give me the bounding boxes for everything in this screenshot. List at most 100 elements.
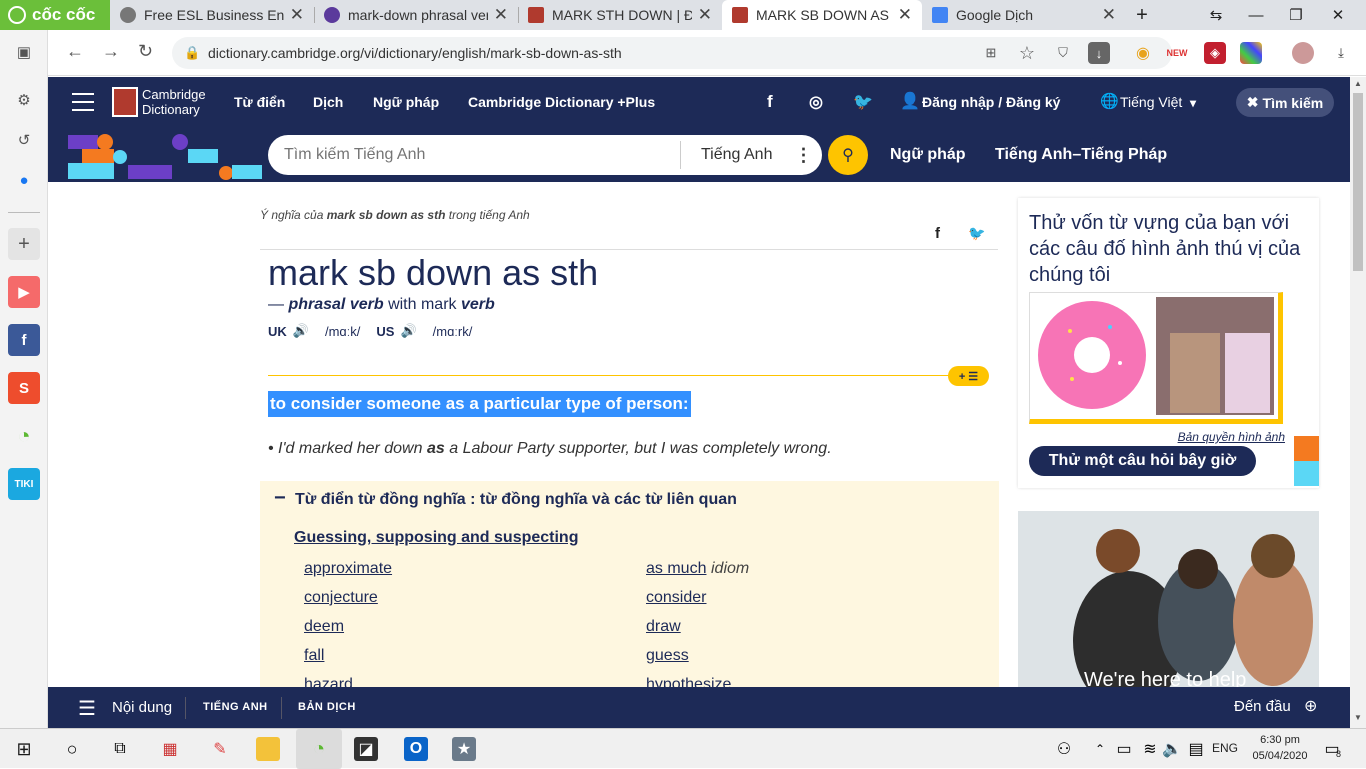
scroll-down-icon[interactable]: ▼ xyxy=(1354,713,1362,722)
extension-new-icon[interactable]: NEW xyxy=(1166,42,1188,64)
coccoc-taskbar-icon[interactable]: ◔ xyxy=(296,729,342,769)
speaker-us-icon[interactable]: 🔊 xyxy=(400,323,416,339)
quiz-image[interactable] xyxy=(1029,292,1283,424)
share-facebook-icon[interactable]: f xyxy=(935,225,940,242)
language-select[interactable]: Tiếng Việt xyxy=(1120,94,1182,110)
minimize-button[interactable]: — xyxy=(1236,0,1276,30)
tab-1[interactable]: mark-down phrasal verb ✕ xyxy=(314,0,518,30)
facebook-icon[interactable]: f xyxy=(8,324,40,356)
cambridge-shield-icon[interactable] xyxy=(112,87,138,117)
synonym-link[interactable]: deem xyxy=(304,618,344,636)
back-to-top-link[interactable]: Đến đầu xyxy=(1234,698,1291,715)
battery-icon[interactable]: ▭ xyxy=(1112,737,1136,761)
scrollbar-thumb[interactable] xyxy=(1353,93,1363,271)
app-icon[interactable]: ★ xyxy=(452,737,476,761)
nav-grammar[interactable]: Ngữ pháp xyxy=(373,94,439,110)
grammar-link[interactable]: Ngữ pháp xyxy=(890,146,966,164)
tab-2[interactable]: MARK STH DOWN | Định ✕ xyxy=(518,0,722,30)
nav-dictionary[interactable]: Từ điển xyxy=(234,94,285,110)
page-scrollbar[interactable]: ▲ ▼ xyxy=(1350,77,1366,728)
close-icon[interactable]: ✕ xyxy=(698,5,712,25)
browser-brand-button[interactable]: cốc cốc xyxy=(0,0,110,30)
window-close-button[interactable]: ✕ xyxy=(1318,0,1358,30)
sticky-notes-icon[interactable]: ◪ xyxy=(354,737,378,761)
close-icon[interactable]: ✕ xyxy=(494,5,508,25)
menu-icon[interactable]: ☰ xyxy=(78,696,96,721)
messenger-icon[interactable]: ● xyxy=(8,164,40,196)
quiz-start-button[interactable]: Thử một câu hỏi bây giờ xyxy=(1029,446,1256,476)
paint-icon[interactable]: ✎ xyxy=(208,737,232,761)
extension-red-icon[interactable]: ◈ xyxy=(1204,42,1226,64)
windows-start-icon[interactable]: ⊞ xyxy=(12,737,36,761)
login-link[interactable]: Đăng nhập / Đăng ký xyxy=(922,94,1060,110)
facebook-icon[interactable]: f xyxy=(767,92,773,112)
search-circle-icon[interactable]: ○ xyxy=(60,737,84,761)
scroll-up-icon[interactable]: ▲ xyxy=(1354,79,1362,88)
thesaurus-heading[interactable]: Từ điển từ đồng nghĩa : từ đồng nghĩa và… xyxy=(295,491,737,509)
close-icon[interactable]: ✕ xyxy=(290,5,304,25)
menu-icon[interactable] xyxy=(72,93,94,111)
speaker-uk-icon[interactable]: 🔊 xyxy=(293,323,309,339)
download-arrow-icon[interactable]: ⤓ xyxy=(1330,42,1352,64)
synonym-link[interactable]: guess xyxy=(646,647,689,665)
synonym-link[interactable]: conjecture xyxy=(304,589,378,607)
en-fr-link[interactable]: Tiếng Anh–Tiếng Pháp xyxy=(995,146,1167,164)
synonym-group-link[interactable]: Guessing, supposing and suspecting xyxy=(294,529,578,547)
nav-plus[interactable]: Cambridge Dictionary +Plus xyxy=(468,94,655,110)
add-icon[interactable]: + xyxy=(8,228,40,260)
download-icon[interactable]: ↓ xyxy=(1088,42,1110,64)
settings-icon[interactable]: ⚙ xyxy=(8,84,40,116)
chevron-up-icon[interactable]: ⌃ xyxy=(1088,737,1112,761)
coccoc-app-icon[interactable]: ◔ xyxy=(8,420,40,452)
arrow-up-circle-icon[interactable]: ⊕ xyxy=(1304,696,1317,716)
synonym-link[interactable]: fall xyxy=(304,647,324,665)
extension-color-icon[interactable] xyxy=(1240,42,1262,64)
sidebar-toggle-icon[interactable]: ▣ xyxy=(8,36,40,68)
tab-list-icon[interactable]: ⇆ xyxy=(1196,0,1236,30)
tab-4[interactable]: Google Dịch ✕ xyxy=(922,0,1126,30)
task-view-icon[interactable]: ⧉ xyxy=(108,737,132,761)
wifi-icon[interactable]: ≋ xyxy=(1138,737,1162,761)
translate-icon[interactable]: ⊞ xyxy=(980,42,1002,64)
reload-icon[interactable]: ↻ xyxy=(138,41,153,62)
english-tab[interactable]: TIẾNG ANH xyxy=(203,701,268,713)
file-explorer-icon[interactable] xyxy=(256,737,280,761)
synonym-link[interactable]: hypothesize xyxy=(646,676,731,687)
maximize-button[interactable]: ❐ xyxy=(1276,0,1316,30)
extension-chrome-icon[interactable]: ◉ xyxy=(1132,42,1154,64)
youtube-icon[interactable]: ▶ xyxy=(8,276,40,308)
star-icon[interactable]: ☆ xyxy=(1016,42,1038,64)
shopee-icon[interactable]: S xyxy=(8,372,40,404)
new-tab-button[interactable]: + xyxy=(1122,0,1162,30)
contents-link[interactable]: Nội dung xyxy=(112,699,172,716)
collapse-icon[interactable]: − xyxy=(274,487,286,510)
close-icon[interactable]: ✕ xyxy=(898,5,912,25)
share-twitter-icon[interactable]: 🐦 xyxy=(968,225,985,242)
nav-translate[interactable]: Dịch xyxy=(313,94,343,110)
twitter-icon[interactable]: 🐦 xyxy=(853,92,873,112)
instagram-icon[interactable]: ◎ xyxy=(809,92,823,112)
copyright-link[interactable]: Bản quyền hình ảnh xyxy=(1178,430,1285,444)
volume-icon[interactable]: 🔈 xyxy=(1160,737,1184,761)
avatar[interactable] xyxy=(1292,42,1314,64)
more-vertical-icon[interactable]: ⋮ xyxy=(794,145,812,166)
tab-0[interactable]: Free ESL Business Englis ✕ xyxy=(110,0,314,30)
clock[interactable]: 6:30 pm 05/04/2020 xyxy=(1250,732,1310,764)
search-submit-button[interactable]: ⚲ xyxy=(828,135,868,175)
tiki-icon[interactable]: TIKI xyxy=(8,468,40,500)
close-icon[interactable]: ✕ xyxy=(1102,5,1116,25)
synonym-link[interactable]: draw xyxy=(646,618,681,636)
synonym-link[interactable]: consider xyxy=(646,589,706,607)
search-language-select[interactable]: Tiếng Anh xyxy=(701,146,772,164)
tab-3-active[interactable]: MARK SB DOWN AS STH ✕ xyxy=(722,0,922,30)
keyboard-icon[interactable]: ▤ xyxy=(1184,737,1208,761)
forward-icon[interactable]: → xyxy=(102,41,120,62)
site-logo[interactable]: Cambridge Dictionary xyxy=(142,87,206,117)
shield-icon[interactable]: ⛉ xyxy=(1052,42,1074,64)
outlook-icon[interactable]: O xyxy=(404,737,428,761)
input-language[interactable]: ENG xyxy=(1212,741,1238,755)
translation-tab[interactable]: BẢN DỊCH xyxy=(298,701,356,713)
synonym-link[interactable]: as much xyxy=(646,560,706,578)
add-to-list-button[interactable]: + ☰ xyxy=(948,366,989,386)
history-icon[interactable]: ↺ xyxy=(8,124,40,156)
